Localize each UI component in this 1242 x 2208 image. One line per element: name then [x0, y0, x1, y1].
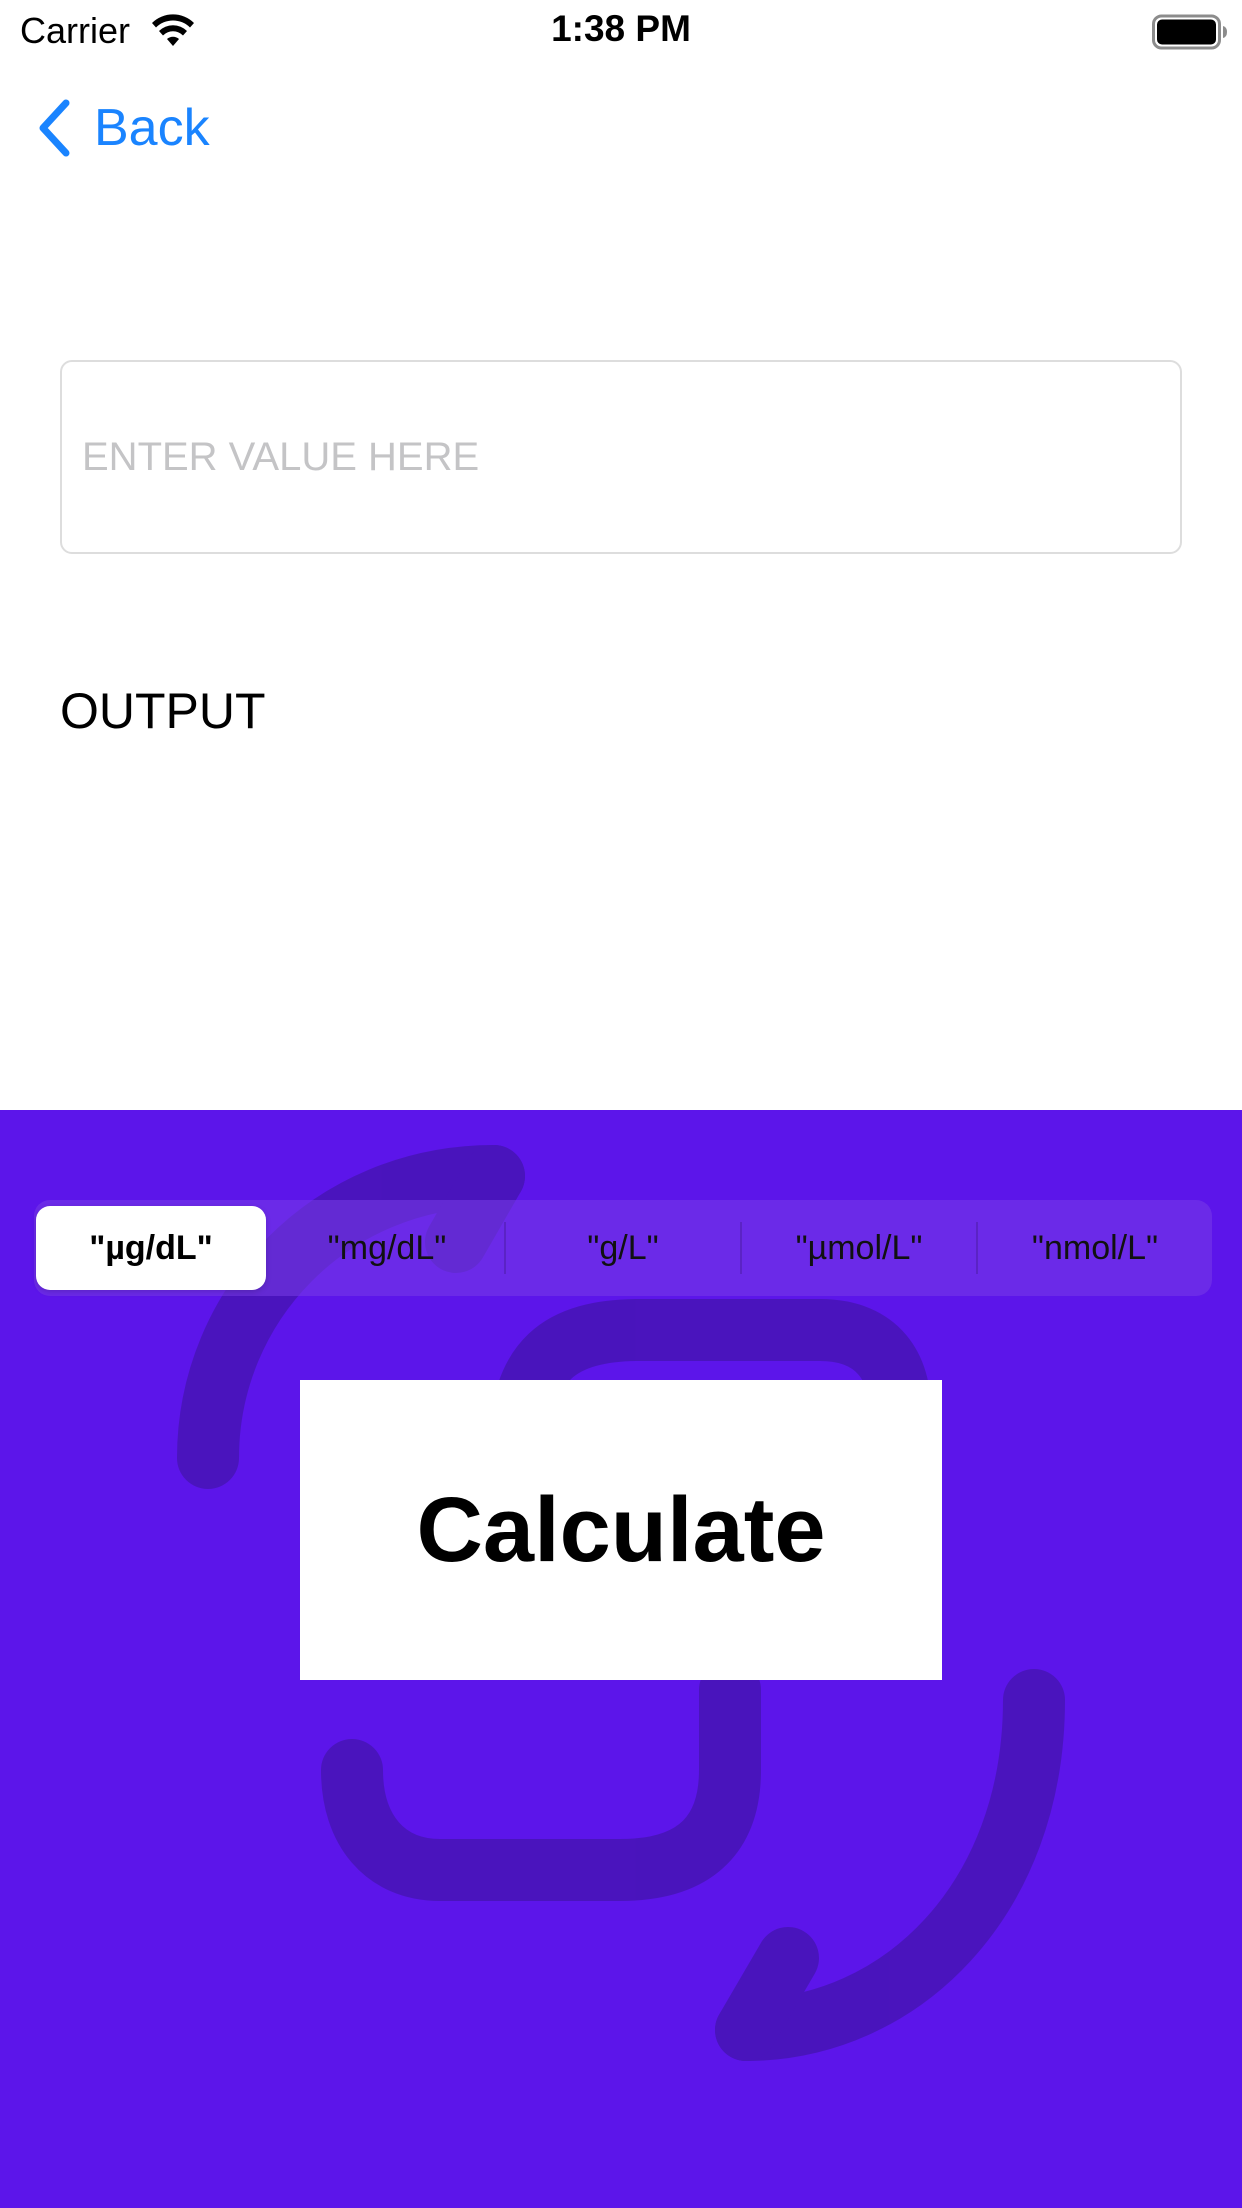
unit-option-label: "g/L": [587, 1228, 659, 1267]
unit-option-g-l[interactable]: "g/L": [508, 1206, 738, 1290]
unit-option-label: "nmol/L": [1031, 1228, 1159, 1267]
output-label: OUTPUT: [60, 683, 266, 739]
value-input[interactable]: [60, 360, 1182, 554]
segment-divider: [504, 1222, 506, 1274]
battery-icon: [1152, 14, 1227, 50]
unit-option-ug-dl[interactable]: "µg/dL": [36, 1206, 266, 1290]
calculate-label: Calculate: [416, 1478, 826, 1581]
segment-divider: [976, 1222, 978, 1274]
segment-divider: [740, 1222, 742, 1274]
back-label: Back: [94, 99, 210, 157]
unit-option-label: "µmol/L": [795, 1228, 923, 1267]
unit-option-umol-l[interactable]: "µmol/L": [744, 1206, 974, 1290]
segment-gap: [268, 1222, 270, 1274]
unit-option-mg-dl[interactable]: "mg/dL": [272, 1206, 502, 1290]
converter-panel: "µg/dL" "mg/dL" "g/L" "µmol/L" "nmol/L" …: [0, 1110, 1242, 2208]
unit-selector: "µg/dL" "mg/dL" "g/L" "µmol/L" "nmol/L": [34, 1200, 1212, 1296]
calculate-button[interactable]: Calculate: [300, 1380, 942, 1680]
unit-option-nmol-l[interactable]: "nmol/L": [980, 1206, 1210, 1290]
unit-option-label: "µg/dL": [89, 1228, 213, 1267]
chevron-left-icon: [39, 99, 70, 157]
screen: Carrier 1:38 PM Back OUTPUT: [0, 0, 1242, 2208]
back-button[interactable]: Back: [36, 94, 210, 162]
unit-option-label: "mg/dL": [327, 1228, 447, 1267]
status-bar: Carrier 1:38 PM: [0, 0, 1242, 62]
clock: 1:38 PM: [551, 8, 691, 49]
